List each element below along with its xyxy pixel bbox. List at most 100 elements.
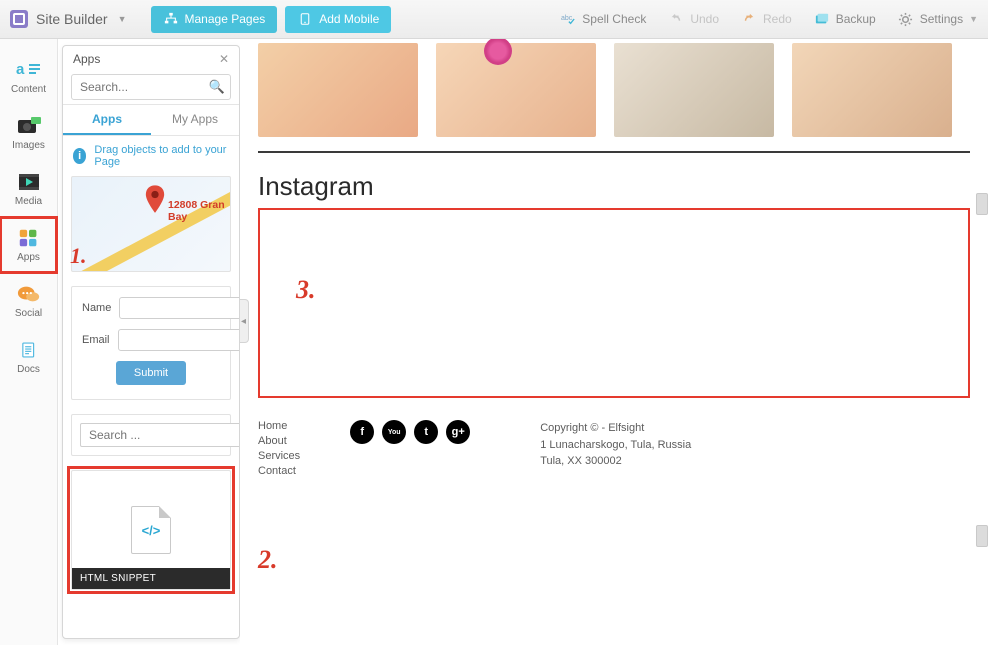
panel-title: Apps [73, 52, 100, 66]
add-mobile-label: Add Mobile [319, 12, 379, 26]
apps-icon [16, 227, 42, 249]
footer-link-services[interactable]: Services [258, 450, 300, 462]
close-icon[interactable]: ✕ [217, 52, 231, 66]
twitter-icon[interactable]: t [414, 420, 438, 444]
redo-icon [741, 11, 757, 27]
search-widget-card[interactable]: 🔍 [71, 414, 231, 456]
spell-check-label: Spell Check [582, 12, 646, 26]
form-name-input[interactable] [119, 297, 239, 319]
footer-social: f You t g+ [350, 420, 470, 444]
instagram-drop-zone[interactable] [258, 208, 970, 398]
backup-button[interactable]: Backup [814, 11, 876, 27]
image-gallery [240, 39, 988, 137]
footer-link-contact[interactable]: Contact [258, 465, 300, 477]
google-plus-icon[interactable]: g+ [446, 420, 470, 444]
youtube-icon[interactable]: You [382, 420, 406, 444]
redo-label: Redo [763, 12, 792, 26]
manage-pages-button[interactable]: Manage Pages [151, 6, 278, 33]
panel-info: i Drag objects to add to your Page [63, 136, 239, 176]
panel-info-text: Drag objects to add to your Page [94, 144, 229, 168]
section-handle-icon[interactable] [976, 525, 988, 547]
settings-button[interactable]: Settings ▼ [898, 11, 978, 27]
panel-collapse-handle[interactable]: ◂ [240, 299, 249, 343]
html-snippet-label: HTML SNIPPET [72, 568, 230, 589]
chevron-down-icon[interactable]: ▼ [118, 14, 127, 24]
rail-apps[interactable]: Apps [0, 217, 57, 273]
panel-search-input[interactable] [71, 74, 231, 100]
spell-check-button[interactable]: abc Spell Check [560, 11, 646, 27]
facebook-icon[interactable]: f [350, 420, 374, 444]
rail-social[interactable]: Social [0, 273, 57, 329]
section-title-instagram: Instagram [258, 171, 970, 202]
rail-apps-label: Apps [17, 252, 40, 263]
tab-my-apps[interactable]: My Apps [151, 105, 239, 135]
redo-button[interactable]: Redo [741, 11, 792, 27]
search-icon[interactable]: 🔍 [209, 79, 225, 95]
gallery-image[interactable] [436, 43, 596, 137]
svg-text:a: a [16, 61, 25, 78]
media-icon [16, 171, 42, 193]
undo-label: Undo [690, 12, 719, 26]
html-snippet-card[interactable]: </> HTML SNIPPET [71, 470, 231, 590]
rail-content[interactable]: a Content [0, 49, 57, 105]
main-area: a Content Images Media Apps Soc [0, 39, 988, 645]
footer-link-home[interactable]: Home [258, 420, 300, 432]
manage-pages-label: Manage Pages [185, 12, 266, 26]
rail-images-label: Images [12, 140, 45, 151]
backup-icon [814, 11, 830, 27]
form-name-label: Name [82, 302, 111, 314]
footer-copyright: Copyright © - Elfsight 1 Lunacharskogo, … [540, 420, 691, 470]
left-rail: a Content Images Media Apps Soc [0, 39, 58, 645]
annotation-2: 2. [258, 545, 278, 575]
undo-button[interactable]: Undo [668, 11, 719, 27]
apps-panel: Apps ✕ 🔍 Apps My Apps i Drag objects to … [62, 45, 240, 639]
rail-docs[interactable]: Docs [0, 329, 57, 385]
section-handle-icon[interactable] [976, 193, 988, 215]
images-icon [16, 115, 42, 137]
spellcheck-icon: abc [560, 11, 576, 27]
panel-body: 12808 Gran Bay Name Email Submit 🔍 [63, 176, 239, 638]
toolbar-right: abc Spell Check Undo Redo Backup [560, 11, 978, 27]
gallery-image[interactable] [792, 43, 952, 137]
rail-social-label: Social [15, 308, 42, 319]
chevron-down-icon: ▼ [969, 14, 978, 24]
info-icon: i [73, 148, 86, 164]
panel-search: 🔍 [71, 74, 231, 100]
search-widget-input[interactable] [80, 423, 239, 447]
gear-icon [898, 11, 914, 27]
undo-icon [668, 11, 684, 27]
add-mobile-button[interactable]: Add Mobile [285, 6, 391, 33]
settings-label: Settings [920, 12, 963, 26]
copyright-line: Copyright © - Elfsight [540, 420, 691, 437]
rail-media[interactable]: Media [0, 161, 57, 217]
top-toolbar: Site Builder ▼ Manage Pages Add Mobile a… [0, 0, 988, 39]
form-email-input[interactable] [118, 329, 239, 351]
page-footer: Home About Services Contact f You t g+ C… [258, 420, 970, 477]
rail-docs-label: Docs [17, 364, 40, 375]
page-canvas[interactable]: ◂ Instagram Home About Services Contact … [240, 39, 988, 645]
social-icon [16, 283, 42, 305]
map-address: 12808 Gran Bay [168, 199, 230, 223]
map-pin-icon [144, 185, 166, 220]
footer-nav: Home About Services Contact [258, 420, 300, 477]
section-divider [258, 151, 970, 153]
mobile-icon [297, 11, 313, 27]
tab-apps[interactable]: Apps [63, 105, 151, 135]
app-logo-icon [10, 10, 28, 28]
app-title[interactable]: Site Builder [36, 11, 108, 27]
map-widget-card[interactable]: 12808 Gran Bay [71, 176, 231, 272]
footer-link-about[interactable]: About [258, 435, 300, 447]
code-file-icon: </> [131, 506, 171, 554]
docs-icon [16, 339, 42, 361]
form-email-label: Email [82, 334, 110, 346]
gallery-image[interactable] [614, 43, 774, 137]
copyright-line: Tula, XX 300002 [540, 453, 691, 470]
form-submit-button[interactable]: Submit [116, 361, 186, 385]
svg-text:abc: abc [561, 15, 573, 22]
gallery-image[interactable] [258, 43, 418, 137]
form-widget-card[interactable]: Name Email Submit [71, 286, 231, 400]
rail-content-label: Content [11, 84, 46, 95]
rail-images[interactable]: Images [0, 105, 57, 161]
copyright-line: 1 Lunacharskogo, Tula, Russia [540, 437, 691, 454]
sitemap-icon [163, 11, 179, 27]
